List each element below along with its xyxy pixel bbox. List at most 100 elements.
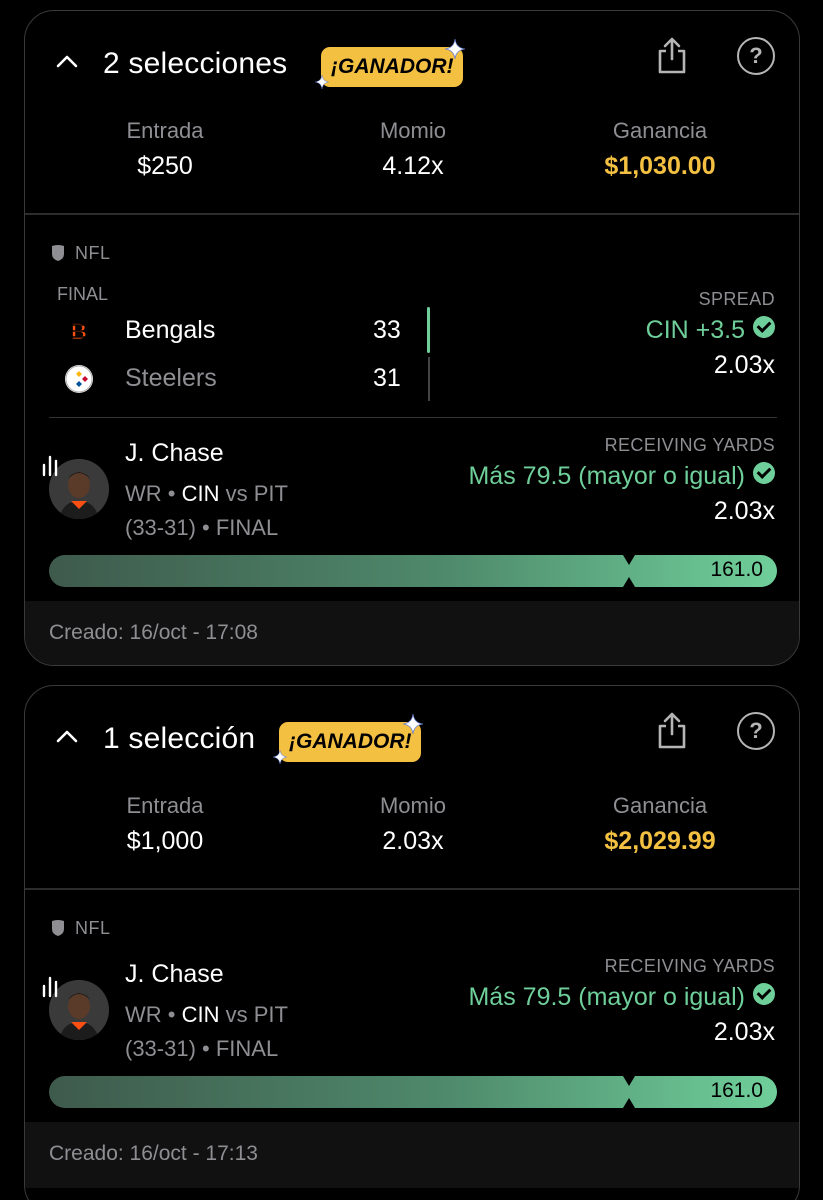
stats-chart-icon — [42, 976, 58, 998]
ticket-header: 2 selecciones ¡GANADOR! ? — [25, 11, 799, 111]
check-circle-icon — [753, 462, 775, 484]
player-name: J. Chase — [125, 960, 224, 988]
created-timestamp: Creado: 16/oct - 17:13 — [49, 1142, 258, 1165]
bet-ticket-1[interactable]: 2 selecciones ¡GANADOR! ? Entrada $250 M… — [24, 10, 800, 666]
player-team: CIN — [181, 1002, 220, 1027]
league-name: NFL — [75, 918, 111, 938]
created-timestamp: Creado: 16/oct - 17:08 — [49, 621, 258, 644]
selections-title: 1 selección — [103, 722, 256, 755]
nfl-shield-icon — [52, 920, 64, 936]
payout-value: $1,030.00 — [604, 152, 716, 180]
player-position: WR — [125, 1002, 162, 1027]
entry-label: Entrada — [126, 793, 204, 818]
odds-stat: Momio 4.12x — [283, 117, 543, 183]
selections-title: 2 selecciones — [103, 47, 288, 80]
market-label: RECEIVING YARDS — [604, 435, 775, 455]
sparkle-icon — [273, 750, 287, 764]
odds-value: 2.03x — [382, 827, 444, 855]
progress-bar: 161.0 — [49, 555, 777, 587]
nfl-shield-icon — [52, 245, 64, 261]
winner-badge: ¡GANADOR! — [321, 47, 464, 87]
market-label: SPREAD — [698, 289, 775, 309]
entry-stat: Entrada $250 — [35, 117, 295, 183]
pick-line: Más 79.5 (mayor o igual) — [468, 983, 775, 1012]
game-final: FINAL — [215, 515, 279, 540]
divider — [49, 417, 777, 418]
share-icon[interactable] — [655, 710, 689, 750]
entry-label: Entrada — [126, 118, 204, 143]
pick-value: CIN +3.5 — [645, 316, 745, 344]
odds-label: Momio — [379, 118, 446, 143]
player-opponent: vs PIT — [225, 481, 288, 506]
payout-value: $2,029.99 — [604, 827, 716, 855]
pick-line: CIN +3.5 — [646, 316, 775, 345]
chevron-up-icon[interactable] — [55, 53, 79, 69]
player-team: CIN — [181, 481, 220, 506]
payout-label: Ganancia — [612, 118, 708, 143]
check-circle-icon — [753, 316, 775, 338]
target-marker — [623, 555, 635, 587]
steelers-logo — [65, 365, 93, 393]
progress-bar: 161.0 — [49, 1076, 777, 1108]
league-label: NFL — [51, 918, 111, 939]
team2-name: Steelers — [125, 364, 217, 392]
payout-stat: Ganancia $2,029.99 — [530, 792, 790, 858]
help-icon[interactable]: ? — [737, 712, 775, 750]
bet-ticket-2[interactable]: 1 selección ¡GANADOR! ? Entrada $1,000 M… — [24, 685, 800, 1200]
check-circle-icon — [753, 983, 775, 1005]
entry-value: $1,000 — [126, 827, 204, 855]
odds-label: Momio — [379, 793, 446, 818]
entry-value: $250 — [137, 152, 193, 180]
sparkle-icon — [403, 714, 423, 734]
payout-stat: Ganancia $1,030.00 — [530, 117, 790, 183]
pick-value: Más 79.5 (mayor o igual) — [468, 462, 745, 490]
pick-odds: 2.03x — [713, 351, 775, 379]
game-status: FINAL — [57, 284, 109, 304]
pick-line: Más 79.5 (mayor o igual) — [468, 462, 775, 491]
prop-pick: RECEIVING YARDS Más 79.5 (mayor o igual)… — [468, 956, 775, 1047]
game-result: (33-31) • FINAL — [125, 1036, 279, 1061]
pick-odds: 2.03x — [713, 497, 775, 525]
ticket-footer: Creado: 16/oct - 17:08 — [25, 601, 799, 665]
market-label: RECEIVING YARDS — [604, 956, 775, 976]
divider — [25, 888, 799, 890]
share-icon[interactable] — [655, 35, 689, 75]
league-label: NFL — [51, 243, 111, 264]
loser-indicator — [428, 357, 430, 401]
pick-value: Más 79.5 (mayor o igual) — [468, 983, 745, 1011]
team1-score: 33 — [373, 316, 401, 344]
game-final: FINAL — [215, 1036, 279, 1061]
chevron-up-icon[interactable] — [55, 728, 79, 744]
league-name: NFL — [75, 243, 111, 263]
game-score: (33-31) — [125, 515, 196, 540]
prop-pick: RECEIVING YARDS Más 79.5 (mayor o igual)… — [468, 435, 775, 526]
player-position: WR — [125, 481, 162, 506]
player-opponent: vs PIT — [225, 1002, 288, 1027]
game-result: (33-31) • FINAL — [125, 515, 279, 540]
player-name: J. Chase — [125, 439, 224, 467]
sparkle-icon — [315, 75, 329, 89]
game-score: (33-31) — [125, 1036, 196, 1061]
team2-score: 31 — [373, 364, 401, 392]
odds-stat: Momio 2.03x — [283, 792, 543, 858]
ticket-footer: Creado: 16/oct - 17:13 — [25, 1122, 799, 1188]
spread-pick: SPREAD CIN +3.5 2.03x — [646, 289, 775, 380]
ticket-stats: Entrada $250 Momio 4.12x Ganancia $1,030… — [25, 117, 799, 197]
player-info: WR • CIN vs PIT — [125, 481, 288, 506]
actual-value: 161.0 — [710, 558, 763, 581]
team1-name: Bengals — [125, 316, 216, 344]
team-row-steelers: Steelers 31 — [63, 359, 443, 399]
ticket-header: 1 selección ¡GANADOR! ? — [25, 686, 799, 786]
help-icon[interactable]: ? — [737, 37, 775, 75]
divider — [25, 213, 799, 215]
actual-value: 161.0 — [710, 1079, 763, 1102]
payout-label: Ganancia — [612, 793, 708, 818]
team-row-bengals: B Bengals 33 — [63, 311, 443, 351]
pick-odds: 2.03x — [713, 1018, 775, 1046]
ticket-stats: Entrada $1,000 Momio 2.03x Ganancia $2,0… — [25, 792, 799, 872]
player-info: WR • CIN vs PIT — [125, 1002, 288, 1027]
winner-indicator — [427, 307, 430, 353]
entry-stat: Entrada $1,000 — [35, 792, 295, 858]
winner-badge: ¡GANADOR! — [279, 722, 422, 762]
stats-chart-icon — [42, 455, 58, 477]
